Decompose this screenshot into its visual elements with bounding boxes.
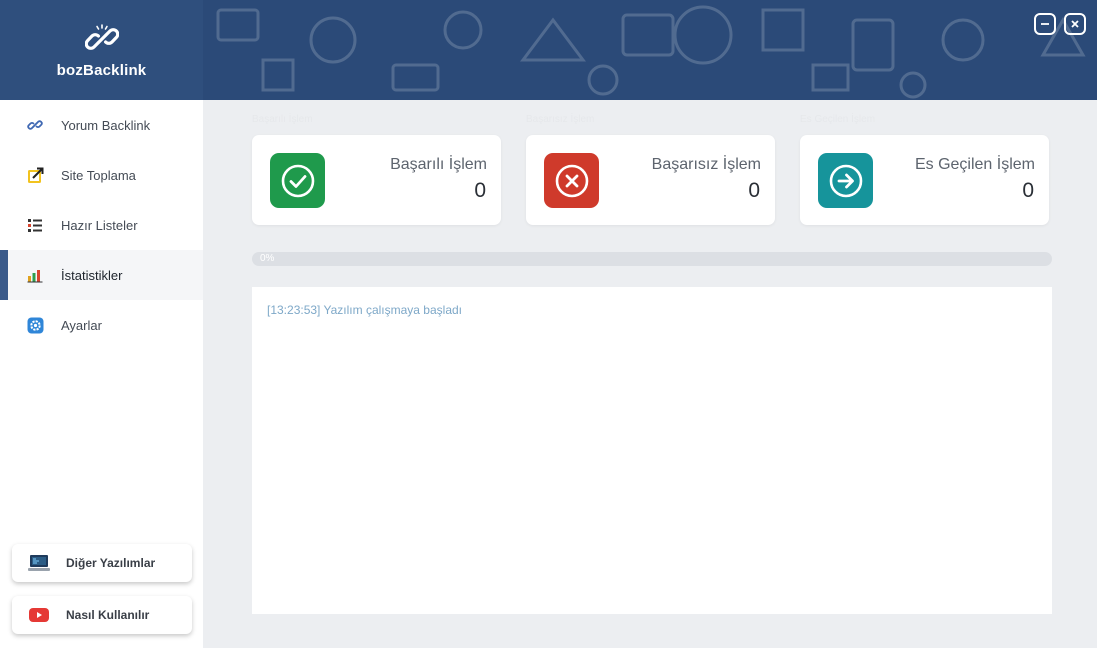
- sidebar-item-istatistikler[interactable]: İstatistikler: [0, 250, 203, 300]
- x-circle-icon: [544, 153, 599, 208]
- success-count: 0: [474, 179, 486, 202]
- bar-chart-icon: [26, 266, 44, 284]
- sidebar-nav: Yorum Backlink Site Toplama Hazır Listel…: [0, 100, 203, 350]
- failed-caption: Başarısız İşlem: [526, 114, 595, 125]
- sidebar: bozBacklink Yorum Backlink Site Toplama …: [0, 0, 203, 648]
- other-software-button[interactable]: Diğer Yazılımlar: [12, 544, 192, 582]
- brand: bozBacklink: [0, 0, 203, 100]
- gear-icon: [26, 316, 44, 334]
- skipped-title: Es Geçilen İşlem: [914, 156, 1035, 173]
- log-panel[interactable]: [13:23:53] Yazılım çalışmaya başladı: [252, 287, 1052, 614]
- success-title: Başarılı İşlem: [390, 156, 487, 173]
- arrow-right-circle-icon: [818, 153, 873, 208]
- laptop-icon: [28, 554, 50, 572]
- success-caption: Başarılı İşlem: [252, 114, 313, 125]
- sidebar-item-label: Site Toplama: [61, 167, 136, 183]
- close-button[interactable]: [1064, 13, 1086, 35]
- check-circle-icon: [270, 153, 325, 208]
- progress-label: 0%: [260, 253, 275, 264]
- skipped-caption: Es Geçilen İşlem: [800, 114, 876, 125]
- chain-link-logo-icon: [84, 23, 119, 50]
- youtube-icon: [28, 606, 50, 624]
- failed-title: Başarısız İşlem: [651, 156, 761, 173]
- sidebar-item-ayarlar[interactable]: Ayarlar: [0, 300, 203, 350]
- how-to-use-button[interactable]: Nasıl Kullanılır: [12, 596, 192, 634]
- other-software-label: Diğer Yazılımlar: [66, 556, 156, 570]
- success-stat-card: Başarılı İşlem 0: [252, 135, 501, 225]
- progress-bar: 0%: [252, 252, 1052, 266]
- close-icon: [1071, 20, 1079, 28]
- sidebar-item-label: İstatistikler: [61, 267, 123, 283]
- list-icon: [26, 216, 44, 234]
- sidebar-item-hazir-listeler[interactable]: Hazır Listeler: [0, 200, 203, 250]
- skipped-stat-card: Es Geçilen İşlem 0: [800, 135, 1049, 225]
- minimize-button[interactable]: [1034, 13, 1056, 35]
- sidebar-item-label: Hazır Listeler: [61, 217, 138, 233]
- minimize-icon: [1041, 23, 1049, 25]
- sidebar-item-site-toplama[interactable]: Site Toplama: [0, 150, 203, 200]
- background-pattern: [216, 5, 1086, 99]
- sidebar-item-yorum-backlink[interactable]: Yorum Backlink: [0, 100, 203, 150]
- skipped-count: 0: [1022, 179, 1034, 202]
- app-name: bozBacklink: [56, 61, 147, 79]
- link-icon: [26, 116, 44, 134]
- sidebar-item-label: Ayarlar: [61, 317, 102, 333]
- failed-count: 0: [748, 179, 760, 202]
- log-line: [13:23:53] Yazılım çalışmaya başladı: [267, 303, 462, 317]
- header-banner: [203, 0, 1097, 100]
- external-link-icon: [26, 166, 44, 184]
- sidebar-item-label: Yorum Backlink: [61, 117, 151, 133]
- how-to-use-label: Nasıl Kullanılır: [66, 608, 150, 622]
- failed-stat-card: Başarısız İşlem 0: [526, 135, 775, 225]
